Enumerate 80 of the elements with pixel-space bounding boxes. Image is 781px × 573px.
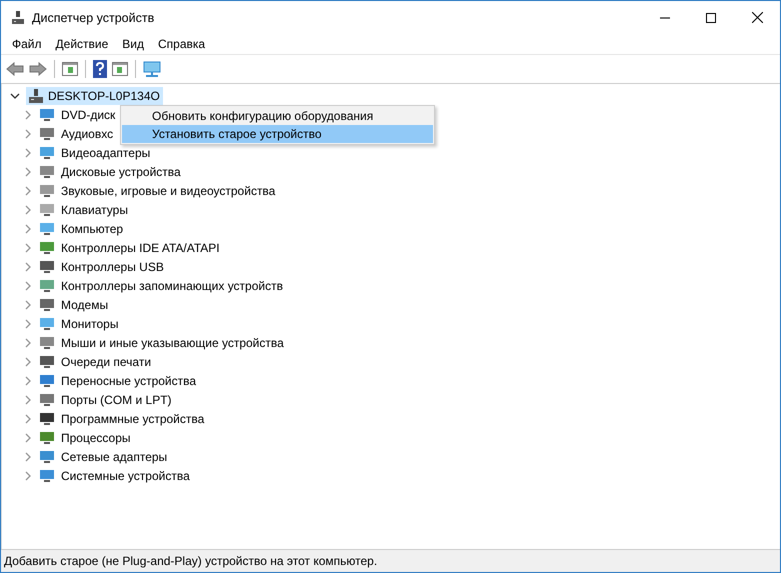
chevron-right-icon[interactable] [23,186,33,196]
tree-item[interactable]: Очереди печати [61,354,152,368]
chevron-right-icon[interactable] [23,166,33,176]
panel-icon[interactable] [112,62,128,76]
window-title: Диспетчер устройств [32,10,154,24]
help-icon[interactable] [93,60,107,78]
tree-item[interactable]: Контроллеры USB [61,260,164,274]
menu-item[interactable]: Установить старое устройство [122,125,433,143]
maximize-icon[interactable] [706,12,716,22]
chevron-right-icon[interactable] [23,452,33,462]
device-icon [39,202,55,216]
chevron-right-icon[interactable] [23,300,33,310]
device-icon [39,126,55,140]
tree-item[interactable]: Порты (COM и LPT) [61,392,172,406]
back-arrow-icon[interactable] [6,62,24,76]
device-icon [39,240,55,254]
device-icon [39,316,55,330]
chevron-right-icon[interactable] [23,470,33,480]
device-icon [39,336,55,350]
tree-item[interactable]: Мониторы [61,316,118,330]
tree-item[interactable]: Звуковые, игровые и видеоустройства [61,184,276,198]
chevron-down-icon[interactable] [10,90,20,100]
tree-item[interactable]: Модемы [61,298,108,312]
forward-arrow-icon[interactable] [29,62,47,76]
monitor-icon[interactable] [143,61,161,77]
computer-icon [11,10,25,24]
chevron-right-icon[interactable] [23,224,33,234]
device-icon [39,184,55,198]
device-icon [39,450,55,464]
menu-item[interactable]: Справка [158,37,206,51]
menu-item[interactable]: Действие [56,37,108,51]
chevron-right-icon[interactable] [23,280,33,290]
tree-item[interactable]: Переносные устройства [61,374,196,388]
tree-item[interactable]: DVD-диск [61,108,116,122]
chevron-right-icon[interactable] [23,414,33,424]
chevron-right-icon[interactable] [23,318,33,328]
device-icon [39,430,55,444]
chevron-right-icon[interactable] [23,110,33,120]
device-icon [39,392,55,406]
device-icon [39,354,55,368]
chevron-right-icon[interactable] [23,242,33,252]
tree-item[interactable]: DESKTOP-L0P134O [26,86,163,104]
device-icon [39,146,55,160]
device-icon [39,260,55,274]
device-icon [39,164,55,178]
device-icon [39,412,55,426]
status-text: Добавить старое (не Plug-and-Play) устройство на этот компьютер. [4,554,378,568]
chevron-right-icon[interactable] [23,394,33,404]
menu-item[interactable]: Файл [12,37,42,51]
panel-icon[interactable] [62,62,78,76]
chevron-right-icon[interactable] [23,356,33,366]
menu-item[interactable]: Обновить конфигурацию оборудования [122,107,433,125]
close-icon[interactable] [752,12,763,23]
device-icon [39,278,55,292]
tree-item[interactable]: Процессоры [61,430,130,444]
tree-item[interactable]: Системные устройства [61,468,190,482]
chevron-right-icon[interactable] [23,376,33,386]
computer-icon [28,88,44,104]
tree-item[interactable]: Контроллеры IDE ATA/ATAPI [61,240,220,254]
tree-item[interactable]: Аудиовхс [61,126,114,140]
tree-item[interactable]: Видеоадаптеры [61,146,150,160]
tree-item[interactable]: Мыши и иные указывающие устройства [61,336,284,350]
chevron-right-icon[interactable] [23,432,33,442]
menu-item[interactable]: Вид [122,37,144,51]
device-icon [39,468,55,482]
chevron-right-icon[interactable] [23,204,33,214]
chevron-right-icon[interactable] [23,148,33,158]
tree-item[interactable]: Программные устройства [61,412,204,426]
tree-item[interactable]: Дисковые устройства [61,164,181,178]
device-icon [39,222,55,236]
tree-item[interactable]: Контроллеры запоминающих устройств [61,278,283,292]
chevron-right-icon[interactable] [23,262,33,272]
device-icon [39,374,55,388]
device-icon [39,108,55,122]
chevron-right-icon[interactable] [23,338,33,348]
tree-item[interactable]: Сетевые адаптеры [61,450,168,464]
tree-item[interactable]: Клавиатуры [61,202,128,216]
device-icon [39,298,55,312]
chevron-right-icon[interactable] [23,128,33,138]
tree-item[interactable]: Компьютер [61,222,124,236]
